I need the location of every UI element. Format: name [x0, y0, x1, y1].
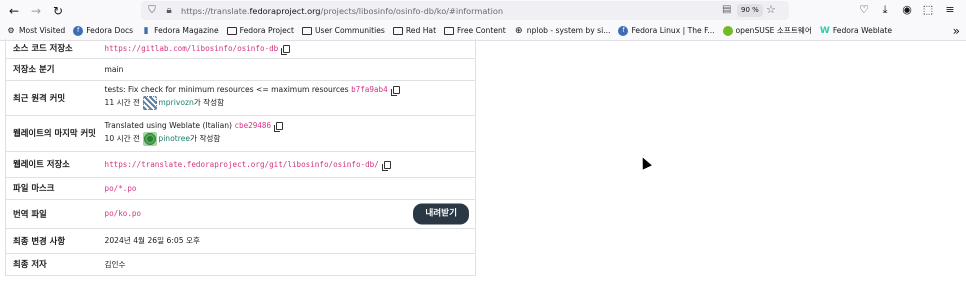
gear-icon: ⚙ — [7, 25, 15, 35]
download-icon[interactable]: ⤓ — [877, 3, 893, 17]
weblate-commit-cell: Translated using Weblate (Italian) cbe29… — [100, 115, 476, 151]
translation-file-label: 번역 파일 — [13, 208, 47, 219]
globe-icon: ⊕ — [515, 25, 523, 36]
opensuse-icon — [722, 25, 733, 36]
forward-icon[interactable]: → — [27, 2, 45, 19]
last-author-value: 김인수 — [104, 259, 126, 269]
pocket-icon[interactable]: ♡ — [856, 3, 872, 16]
navigation-toolbar: ← → ↻ ⛉ 🔒︎ https://translate.fedoraproje… — [0, 0, 966, 21]
file-mask-label: 파일 마스크 — [13, 183, 55, 193]
copy-icon[interactable] — [281, 44, 291, 55]
table-row: 저장소 분기 main — [5, 58, 476, 80]
bookmark-opensuse[interactable]: openSUSE 소프트웨어 — [722, 25, 812, 36]
bookmark-star-icon[interactable]: ☆ — [766, 3, 776, 16]
chevron-right-icon[interactable]: » — [953, 24, 960, 38]
url-text[interactable]: https://translate.fedoraproject.org/proj… — [181, 6, 503, 16]
reload-icon[interactable]: ↻ — [49, 2, 67, 19]
zoom-level[interactable]: 90 % — [737, 4, 763, 17]
file-mask-cell: po/*.po — [100, 177, 476, 199]
bookmark-fedora-project[interactable]: Fedora Project — [226, 26, 294, 35]
download-button[interactable]: 내려받기 — [413, 203, 469, 224]
folder-icon — [392, 26, 403, 35]
remote-commit-label: 최근 원격 커밋 — [13, 92, 66, 103]
menu-icon[interactable]: ≡ — [942, 3, 958, 16]
bookmarks-toolbar: ⚙ Most Visited f Fedora Docs ▮ Fedora Magaz… — [0, 21, 966, 41]
file-mask-value: po/*.po — [104, 183, 137, 193]
table-row: 웹레이트 저장소 https://translate.fedoraproject… — [5, 151, 476, 177]
folder-icon — [301, 26, 312, 35]
table-row: 웹레이트의 마지막 커밋 Translated using Weblate (I… — [5, 115, 476, 151]
avatar — [143, 96, 158, 110]
bookmark-most-visited[interactable]: ⚙ Most Visited — [6, 26, 65, 36]
shield-icon[interactable]: ⛉ — [146, 5, 158, 16]
bookmark-nplob[interactable]: ⊕ nplob - system by si... — [514, 25, 610, 36]
weblate-commit-label: 웹레이트의 마지막 커밋 — [13, 128, 96, 138]
source-repo-value: https://gitlab.com/libosinfo/osinfo-db — [104, 43, 279, 53]
folder-icon — [444, 26, 455, 35]
table-row: 최종 저자 김인수 — [5, 253, 476, 275]
reader-view-icon[interactable]: ▤ — [722, 4, 731, 15]
remote-commit-hash[interactable]: b7fa9ab4 — [351, 85, 388, 94]
weblate-repo-value: https://translate.fedoraproject.org/git/… — [104, 159, 379, 169]
account-icon[interactable]: ◉ — [899, 3, 915, 16]
bookmark-fedora-weblate[interactable]: W Fedora Weblate — [820, 26, 892, 36]
weblate-repo-label: 웹레이트 저장소 — [13, 159, 70, 169]
lock-icon[interactable]: 🔒︎ — [163, 5, 175, 16]
fedora-icon: f — [73, 25, 84, 36]
weblate-repo-cell: https://translate.fedoraproject.org/git/… — [100, 151, 476, 177]
bookmark-user-communities[interactable]: User Communities — [301, 26, 385, 35]
weblate-commit-user-link[interactable]: pinotree — [158, 134, 190, 143]
avatar — [143, 131, 158, 146]
table-row: 최종 변경 사항 2024년 4월 26일 6:05 오후 — [5, 228, 476, 253]
weblate-commit-message: Translated using Weblate (Italian) — [104, 120, 233, 130]
bookmark-icon: ▮ — [143, 25, 149, 36]
back-icon[interactable]: ← — [5, 2, 23, 19]
remote-commit-cell: tests: Fix check for minimum resources <… — [100, 80, 476, 115]
weblate-commit-hash[interactable]: cbe29486 — [234, 121, 271, 130]
copy-icon[interactable] — [390, 86, 400, 96]
fedora-icon: f — [618, 25, 629, 36]
remote-commit-message: tests: Fix check for minimum resources <… — [104, 85, 349, 94]
bookmark-red-hat[interactable]: Red Hat — [392, 26, 436, 35]
copy-icon[interactable] — [274, 121, 284, 132]
folder-icon — [226, 26, 237, 35]
weblate-commit-time: 10 시간 전 — [104, 133, 140, 143]
source-repo-cell: https://gitlab.com/libosinfo/osinfo-db — [100, 39, 476, 58]
copy-icon[interactable] — [381, 160, 391, 171]
table-row: 번역 파일 po/ko.po 내려받기 — [5, 199, 476, 228]
bookmark-fedora-docs[interactable]: f Fedora Docs — [73, 25, 133, 36]
last-change-label: 최종 변경 사항 — [13, 235, 66, 246]
translation-file-cell: po/ko.po 내려받기 — [100, 199, 476, 228]
branch-label: 저장소 분기 — [13, 64, 55, 74]
extensions-icon[interactable]: ⬚ — [920, 3, 936, 16]
last-change-value: 2024년 4월 26일 6:05 오후 — [104, 236, 200, 245]
url-bar[interactable]: ⛉ 🔒︎ https://translate.fedoraproject.org… — [141, 1, 789, 20]
remote-commit-user-link[interactable]: mprivozn — [158, 98, 193, 107]
last-author-label: 최종 저자 — [13, 259, 47, 269]
bookmark-free-content[interactable]: Free Content — [444, 26, 506, 35]
branch-value: main — [104, 64, 124, 74]
weblate-icon: W — [819, 25, 830, 36]
page-content: 소스 코드 저장소 https://gitlab.com/libosinfo/o… — [0, 39, 966, 286]
repository-info-table: 소스 코드 저장소 https://gitlab.com/libosinfo/o… — [5, 39, 476, 276]
remote-commit-time: 11 시간 전 — [104, 98, 140, 107]
table-row: 소스 코드 저장소 https://gitlab.com/libosinfo/o… — [5, 39, 476, 58]
table-row: 최근 원격 커밋 tests: Fix check for minimum re… — [5, 80, 476, 115]
source-repo-label: 소스 코드 저장소 — [13, 43, 73, 54]
translation-file-value: po/ko.po — [104, 209, 142, 218]
bookmark-fedora-magazine[interactable]: ▮ Fedora Magazine — [141, 26, 219, 36]
table-row: 파일 마스크 po/*.po — [5, 177, 476, 199]
bookmark-fedora-linux[interactable]: f Fedora Linux | The F... — [618, 25, 715, 36]
